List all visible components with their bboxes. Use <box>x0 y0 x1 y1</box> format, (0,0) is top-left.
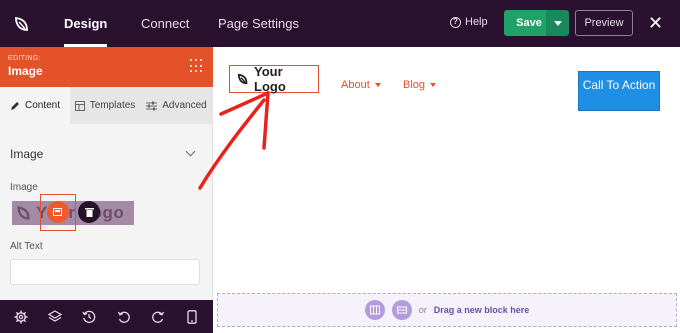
page-canvas: Your Logo About Blog Call To Action <box>214 47 680 333</box>
redo-icon[interactable] <box>149 308 167 326</box>
help-link[interactable]: ? Help <box>450 16 488 28</box>
subtab-content-label: Content <box>24 100 61 111</box>
subtab-content[interactable]: Content <box>0 87 70 124</box>
subtab-advanced-label: Advanced <box>162 100 207 111</box>
logo-leaf-icon <box>17 206 30 220</box>
history-icon[interactable] <box>80 308 98 326</box>
help-label: Help <box>465 16 488 28</box>
nav-blog-label: Blog <box>403 79 426 91</box>
caret-down-icon <box>553 20 562 26</box>
chevron-down-icon[interactable] <box>185 146 196 157</box>
subtab-advanced[interactable]: Advanced <box>140 87 213 124</box>
sidebar-subtabs: Content Templates Advanced <box>0 87 213 124</box>
tab-page-settings[interactable]: Page Settings <box>218 0 299 47</box>
editing-label: EDITING: <box>8 55 41 62</box>
call-to-action-button[interactable]: Call To Action <box>578 71 660 111</box>
sliders-icon <box>146 101 158 110</box>
subtab-templates-label: Templates <box>89 100 136 111</box>
mobile-icon[interactable] <box>183 308 201 326</box>
pencil-icon <box>10 101 19 110</box>
editing-header: EDITING: Image <box>0 47 213 87</box>
dropzone-or: or <box>418 305 427 315</box>
templates-icon <box>74 100 85 111</box>
add-section-button[interactable] <box>391 300 412 320</box>
image-field-label: Image <box>10 182 38 193</box>
close-icon[interactable]: ✕ <box>648 14 663 32</box>
sidebar-bottom-toolbar <box>0 300 213 333</box>
alt-text-input[interactable] <box>10 259 200 285</box>
question-circle-icon: ? <box>450 16 461 28</box>
nav-about-label: About <box>341 79 370 91</box>
delete-image-button[interactable] <box>78 201 100 223</box>
nav-item-about[interactable]: About <box>341 79 381 91</box>
subtab-templates[interactable]: Templates <box>70 87 140 124</box>
tab-page-settings-label: Page Settings <box>218 16 299 31</box>
drop-zone[interactable]: or Drag a new block here <box>217 293 677 327</box>
gear-icon[interactable] <box>12 308 30 326</box>
nav-item-blog[interactable]: Blog <box>403 79 437 91</box>
logo-block[interactable]: Your Logo <box>229 64 319 94</box>
logo-text: Your Logo <box>254 64 286 94</box>
tab-connect[interactable]: Connect <box>141 0 189 47</box>
caret-down-icon <box>430 83 437 87</box>
layers-icon[interactable] <box>46 308 64 326</box>
tab-connect-label: Connect <box>141 16 190 31</box>
caret-down-icon <box>374 83 381 87</box>
preview-button[interactable]: Preview <box>575 10 633 36</box>
add-row-button[interactable] <box>364 300 385 320</box>
tab-design[interactable]: Design <box>64 0 108 47</box>
trash-icon <box>84 208 94 217</box>
section-icon <box>396 306 407 314</box>
editing-title: Image <box>8 64 43 78</box>
choose-image-button[interactable] <box>47 201 69 223</box>
undo-icon[interactable] <box>115 308 133 326</box>
grid-menu-icon[interactable] <box>190 59 204 73</box>
seedprod-logo-icon[interactable] <box>0 0 44 47</box>
alt-text-label: Alt Text <box>10 241 43 252</box>
top-bar: Design Connect Page Settings ? Help Save… <box>0 0 680 47</box>
image-library-icon <box>53 208 62 216</box>
section-title[interactable]: Image <box>10 147 43 161</box>
sidebar-panel: EDITING: Image Content Templates Advance… <box>0 47 213 333</box>
dropzone-text: Drag a new block here <box>433 305 530 315</box>
logo-leaf-icon <box>237 73 248 85</box>
tab-design-label: Design <box>64 16 108 31</box>
save-options-dropdown[interactable] <box>546 10 569 36</box>
columns-icon <box>369 305 380 315</box>
